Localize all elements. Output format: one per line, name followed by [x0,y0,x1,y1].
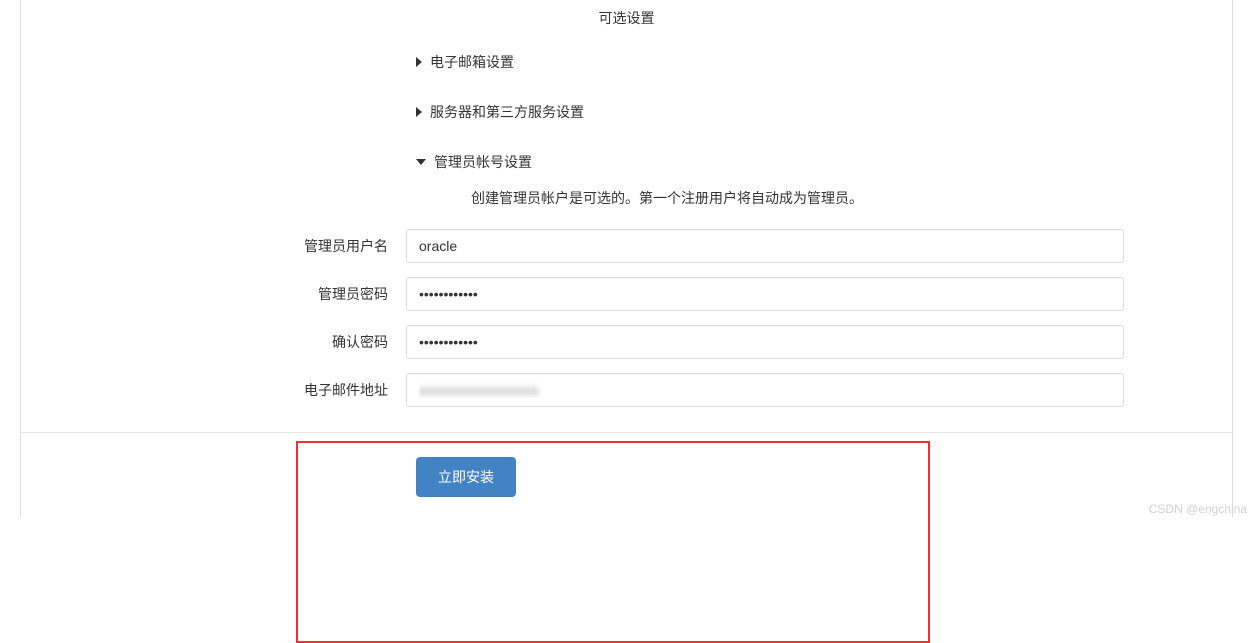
email-address-label: 电子邮件地址 [21,380,406,400]
triangle-right-icon [416,57,422,67]
admin-password-label: 管理员密码 [21,284,406,304]
admin-password-input[interactable] [406,277,1124,311]
admin-username-input[interactable] [406,229,1124,263]
section-email-label: 电子邮箱设置 [430,52,514,72]
admin-username-label: 管理员用户名 [21,236,406,256]
confirm-password-label: 确认密码 [21,332,406,352]
page-title: 可选设置 [21,0,1232,42]
email-address-input[interactable] [406,373,1124,407]
section-server-label: 服务器和第三方服务设置 [430,102,584,122]
triangle-right-icon [416,107,422,117]
section-admin-settings[interactable]: 管理员帐号设置 [21,142,1232,182]
admin-description: 创建管理员帐户是可选的。第一个注册用户将自动成为管理员。 [21,182,1232,222]
section-server-settings[interactable]: 服务器和第三方服务设置 [21,92,1232,132]
section-email-settings[interactable]: 电子邮箱设置 [21,42,1232,82]
confirm-password-input[interactable] [406,325,1124,359]
triangle-down-icon [416,159,426,165]
watermark: CSDN @engchina [1149,502,1247,516]
install-button[interactable]: 立即安装 [416,457,516,497]
section-admin-label: 管理员帐号设置 [434,152,532,172]
